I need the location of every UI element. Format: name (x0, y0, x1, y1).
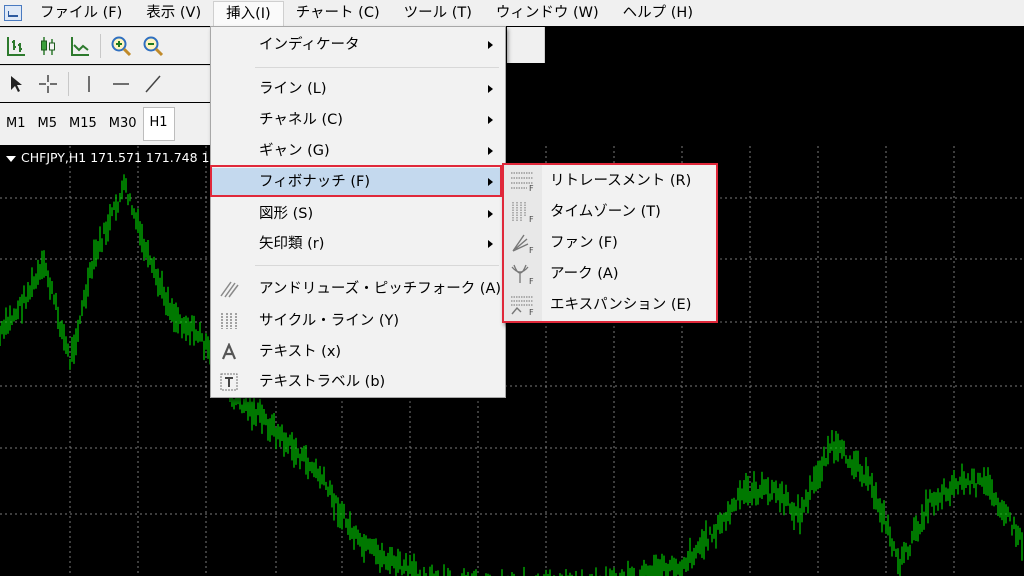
submenu-arrow-icon (488, 85, 493, 93)
chart-title: CHFJPY,H1 171.571 171.748 1 (6, 150, 209, 165)
menu-item-label: テキスト (x) (259, 344, 342, 360)
menu-file[interactable]: ファイル (F) (28, 0, 134, 26)
submenu-arrow-icon (488, 41, 493, 49)
menu-item-label: アンドリューズ・ピッチフォーク (A) (259, 281, 502, 297)
menu-view[interactable]: 表示 (V) (134, 0, 213, 26)
drawing-toolbar (0, 65, 210, 102)
cycle-lines-icon (221, 313, 237, 329)
timeframe-m1[interactable]: M1 (0, 108, 32, 140)
highlight-box-fibonacci (210, 165, 502, 197)
insert-menu-dropdown: インディケータ ライン (L) チャネル (C) ギャン (G) フィボナッチ … (210, 26, 506, 398)
menu-insert[interactable]: 挿入(I) (213, 0, 284, 26)
text-label-icon (220, 373, 238, 391)
zoom-in-icon (111, 36, 132, 57)
menu-item-label: インディケータ (259, 37, 360, 53)
crosshair-button[interactable] (32, 69, 64, 99)
horizontal-line-button[interactable] (105, 69, 137, 99)
horizontal-line-icon (113, 83, 129, 85)
menu-item-channels[interactable]: チャネル (C) (211, 106, 505, 134)
zoom-out-button[interactable] (137, 31, 169, 61)
zoom-in-button[interactable] (105, 31, 137, 61)
zoom-out-icon (143, 36, 164, 57)
menu-item-gann[interactable]: ギャン (G) (211, 137, 505, 165)
menu-item-text[interactable]: テキスト (x) (211, 338, 505, 366)
vertical-line-icon (88, 76, 90, 92)
menu-item-arrows[interactable]: 矢印類 (r) (211, 230, 505, 258)
chart-symbol-label: CHFJPY,H1 171.571 171.748 1 (21, 150, 210, 165)
menu-tools[interactable]: ツール (T) (392, 0, 484, 26)
timeframe-h1[interactable]: H1 (142, 107, 175, 141)
vertical-line-button[interactable] (73, 69, 105, 99)
menu-bar: ファイル (F) 表示 (V) 挿入(I) チャート (C) ツール (T) ウ… (0, 0, 1024, 26)
menu-charts[interactable]: チャート (C) (284, 0, 392, 26)
trendline-button[interactable] (137, 69, 169, 99)
menu-separator (255, 67, 499, 68)
line-chart-icon (71, 37, 89, 56)
submenu-arrow-icon (488, 210, 493, 218)
cursor-arrow-icon (11, 76, 22, 92)
menu-item-label: サイクル・ライン (Y) (259, 313, 400, 329)
trendline-icon (145, 75, 161, 93)
text-icon (221, 343, 237, 360)
timeframe-toolbar: M1 M5 M15 M30 H1 (0, 103, 210, 145)
menu-help[interactable]: ヘルプ (H) (611, 0, 705, 26)
candlestick-icon (41, 37, 55, 55)
bar-chart-icon (7, 37, 25, 56)
candlestick-button[interactable] (32, 31, 64, 61)
line-chart-button[interactable] (64, 31, 96, 61)
menu-separator (255, 265, 499, 266)
cursor-button[interactable] (0, 69, 32, 99)
highlight-box-fibonacci-submenu (502, 163, 718, 323)
timeframe-m30[interactable]: M30 (103, 108, 143, 140)
chart-toolbar (0, 27, 210, 64)
crosshair-icon (39, 75, 57, 93)
menu-item-lines[interactable]: ライン (L) (211, 75, 505, 103)
menu-item-shapes[interactable]: 図形 (S) (211, 200, 505, 228)
submenu-arrow-icon (488, 240, 493, 248)
toolbar-separator (100, 34, 101, 58)
timeframe-m15[interactable]: M15 (63, 108, 103, 140)
bar-chart-button[interactable] (0, 31, 32, 61)
timeframe-m5[interactable]: M5 (32, 108, 64, 140)
menu-item-andrews-pitchfork[interactable]: アンドリューズ・ピッチフォーク (A) (211, 275, 505, 303)
submenu-arrow-icon (488, 116, 493, 124)
menu-window[interactable]: ウィンドウ (W) (484, 0, 611, 26)
app-icon (4, 5, 22, 21)
menu-item-label: ライン (L) (259, 81, 327, 97)
menu-item-indicators[interactable]: インディケータ (211, 31, 505, 59)
menu-item-cycle-lines[interactable]: サイクル・ライン (Y) (211, 307, 505, 335)
pitchfork-icon (220, 281, 239, 298)
menu-item-label: ギャン (G) (259, 143, 330, 159)
menu-item-label: 図形 (S) (259, 206, 314, 222)
menu-item-text-label[interactable]: テキストラベル (b) (211, 368, 505, 396)
toolbar-separator (68, 72, 69, 96)
chart-collapse-icon (6, 155, 16, 162)
menu-item-label: テキストラベル (b) (259, 374, 386, 390)
toolbar-right-edge (507, 27, 545, 63)
submenu-arrow-icon (488, 147, 493, 155)
menu-item-label: 矢印類 (r) (259, 236, 325, 252)
menu-item-label: チャネル (C) (259, 112, 343, 128)
